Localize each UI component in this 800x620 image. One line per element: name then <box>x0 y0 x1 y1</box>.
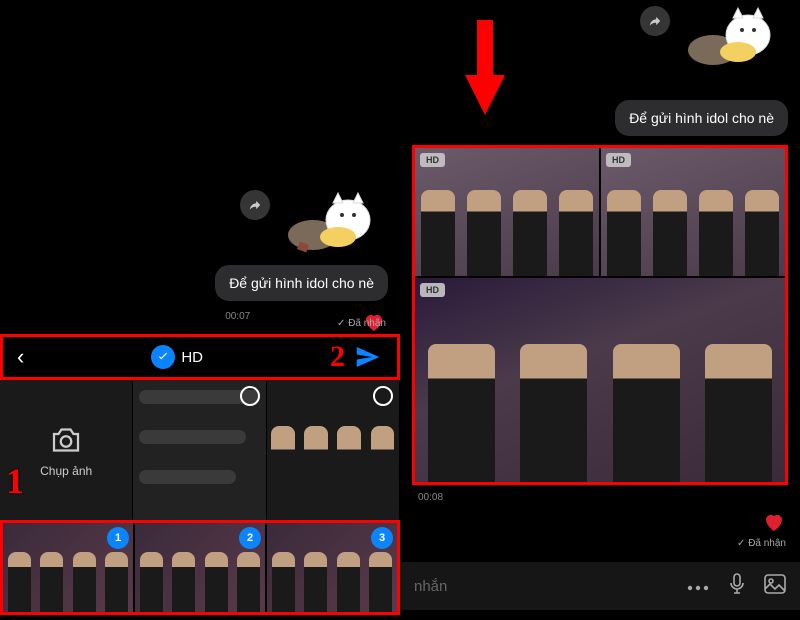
timestamp: 00:07 <box>225 311 250 322</box>
hd-badge: HD <box>420 153 445 167</box>
sent-image[interactable]: HD <box>601 148 785 276</box>
message-input[interactable]: nhắn <box>414 578 668 595</box>
heart-reaction-icon[interactable] <box>762 510 786 534</box>
selection-badge: 2 <box>239 527 261 549</box>
back-button[interactable]: ‹ <box>17 344 24 370</box>
gallery-thumb[interactable] <box>133 380 266 520</box>
message-row: Để gửi hình idol cho nè <box>615 100 788 136</box>
gallery-row-top: Chụp ảnh <box>0 380 400 520</box>
share-button[interactable] <box>640 6 670 36</box>
sticker-cats <box>278 185 388 255</box>
gallery-row-selected: 1 2 3 <box>0 520 400 615</box>
sticker-cats <box>678 0 788 70</box>
share-button[interactable] <box>240 190 270 220</box>
annotation-arrow-icon <box>460 20 510 120</box>
right-screenshot: Để gửi hình idol cho nè HD HD HD 00:08 ✓… <box>400 0 800 620</box>
timestamp: 00:08 <box>418 492 443 503</box>
status-checkmark-icon: ✓ <box>737 538 745 549</box>
selection-badge: 3 <box>371 527 393 549</box>
sent-image[interactable]: HD <box>415 148 599 276</box>
camera-icon <box>48 422 84 458</box>
message-bubble[interactable]: Để gửi hình idol cho nè <box>615 100 788 136</box>
gallery-thumb-selected[interactable]: 2 <box>135 523 265 612</box>
annotation-2: 2 <box>330 340 345 374</box>
gallery-thumb[interactable] <box>267 380 400 520</box>
selection-badge: 1 <box>107 527 129 549</box>
hd-label: HD <box>181 349 203 366</box>
more-icon[interactable] <box>686 576 710 597</box>
capture-label: Chụp ảnh <box>40 464 92 478</box>
message-bubble[interactable]: Để gửi hình idol cho nè <box>215 265 388 301</box>
status-text: Đã nhận <box>748 538 786 549</box>
send-button[interactable] <box>353 342 383 372</box>
sent-images-block: HD HD HD <box>412 145 788 485</box>
gallery-thumb-selected[interactable]: 1 <box>3 523 133 612</box>
image-icon[interactable] <box>764 574 786 599</box>
hd-badge: HD <box>420 283 445 297</box>
gallery-thumb-selected[interactable]: 3 <box>267 523 397 612</box>
selection-ring-icon <box>240 386 260 406</box>
message-status-row <box>762 510 786 534</box>
status-text: Đã nhận <box>348 318 386 329</box>
annotation-1: 1 <box>6 460 24 502</box>
microphone-icon[interactable] <box>728 573 746 600</box>
left-screenshot: Để gửi hình idol cho nè 00:07 ✓ Đã nhận … <box>0 0 400 620</box>
check-circle-icon <box>151 345 175 369</box>
status-checkmark-icon: ✓ <box>337 318 345 329</box>
selection-ring-icon <box>373 386 393 406</box>
hd-toggle[interactable]: HD <box>151 345 203 369</box>
hd-badge: HD <box>606 153 631 167</box>
message-input-bar: nhắn <box>400 562 800 610</box>
sent-image[interactable]: HD <box>415 278 785 482</box>
